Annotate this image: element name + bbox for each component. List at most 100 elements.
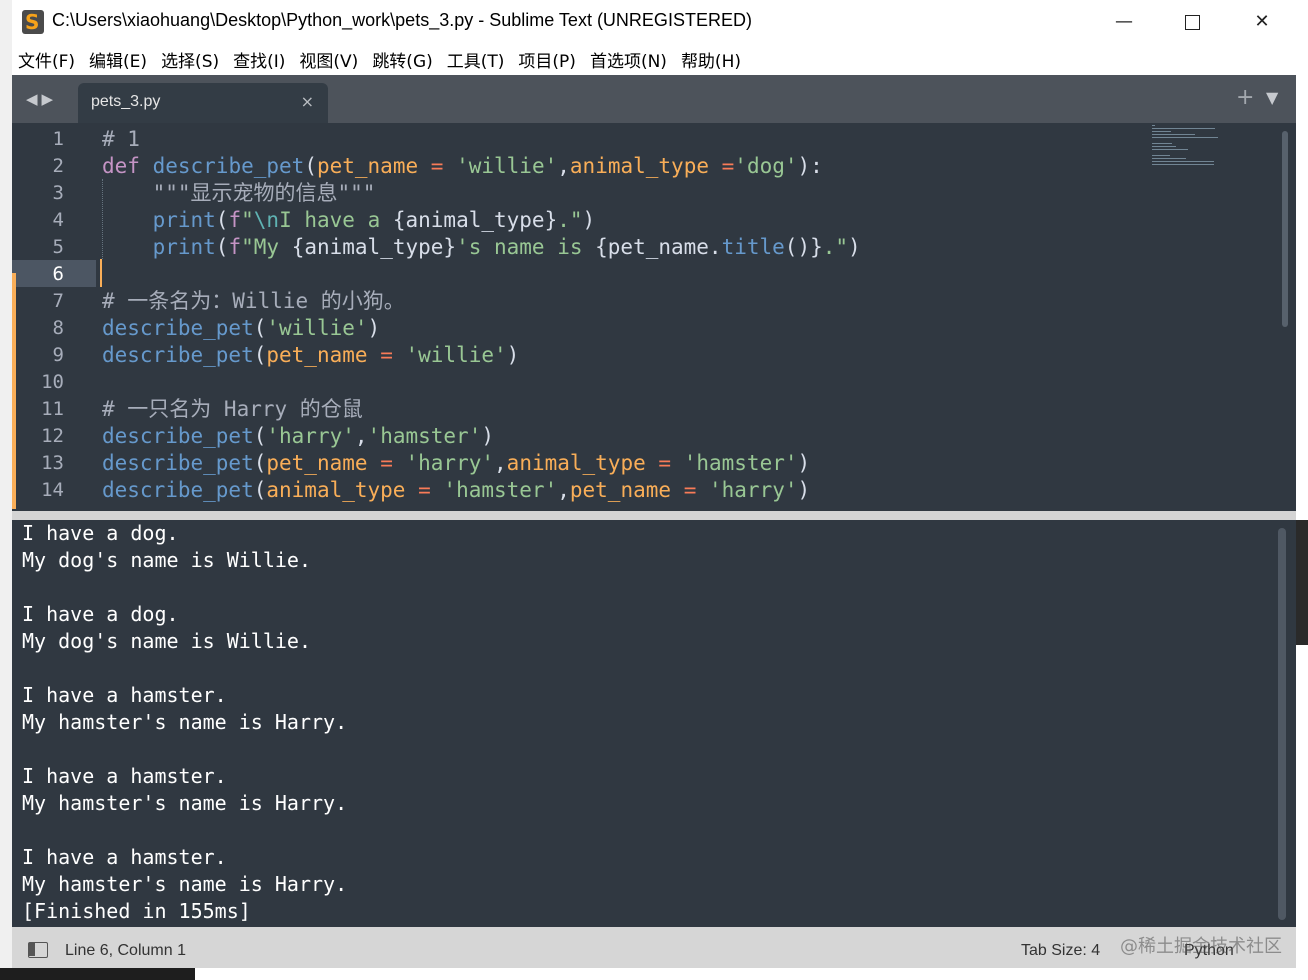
- code-line[interactable]: def describe_pet(pet_name = 'willie',ani…: [102, 153, 823, 180]
- code-token: ,: [494, 451, 507, 475]
- code-token: {animal_type}: [291, 235, 457, 259]
- menu-find[interactable]: 查找(I): [233, 47, 285, 72]
- line-number: 14: [41, 479, 64, 501]
- output-line: I have a hamster.: [22, 845, 227, 869]
- minimap-line: [1152, 125, 1156, 126]
- tab-dropdown-icon[interactable]: ▼: [1266, 88, 1278, 107]
- code-token: pet_name: [569, 478, 672, 502]
- close-button[interactable]: ✕: [1230, 0, 1294, 44]
- line-number: 2: [52, 155, 64, 177]
- code-token: I have a: [279, 208, 393, 232]
- line-number: 4: [52, 209, 64, 231]
- code-token: ): [797, 451, 811, 475]
- code-token: title: [721, 235, 785, 259]
- code-editor[interactable]: 1 2 3 4 5 6 7 8 9 10 11 12 13 14 # 1 def describe_pet(…: [12, 123, 1296, 511]
- editor-scrollbar[interactable]: [1282, 131, 1288, 327]
- menu-bar: 文件(F) 编辑(E) 选择(S) 查找(I) 视图(V) 跳转(G) 工具(T…: [12, 44, 1296, 75]
- minimap-line: [1152, 143, 1172, 144]
- code-token: ): [481, 424, 494, 448]
- code-line[interactable]: # 1: [102, 126, 140, 153]
- code-token: (: [304, 154, 317, 178]
- code-line[interactable]: describe_pet(animal_type = 'hamster',pet…: [102, 477, 810, 504]
- code-line[interactable]: describe_pet('willie'): [102, 315, 380, 342]
- code-token: (: [253, 316, 267, 340]
- output-scrollbar[interactable]: [1278, 528, 1286, 920]
- code-token: describe_pet: [152, 154, 305, 178]
- tab-close-icon[interactable]: ×: [301, 92, 314, 111]
- code-line[interactable]: describe_pet('harry','hamster'): [102, 423, 494, 450]
- code-token: {animal_type}: [392, 208, 558, 232]
- menu-tools[interactable]: 工具(T): [447, 47, 505, 72]
- title-bar[interactable]: S C:\Users\xiaohuang\Desktop\Python_work…: [12, 0, 1296, 44]
- minimize-button[interactable]: —: [1092, 0, 1156, 44]
- line-number: 5: [52, 236, 64, 258]
- build-output-panel[interactable]: I have a dog. My dog's name is Willie. I h…: [12, 520, 1296, 927]
- minimap-line: [1152, 131, 1171, 132]
- menu-file[interactable]: 文件(F): [18, 47, 75, 72]
- code-line[interactable]: """显示宠物的信息""": [102, 180, 376, 207]
- code-token: (: [253, 424, 267, 448]
- cursor-position: Line 6, Column 1: [65, 942, 186, 959]
- code-token: ,: [557, 478, 570, 502]
- minimap-line: [1152, 137, 1218, 138]
- line-number-gutter: 1 2 3 4 5 6 7 8 9 10 11 12 13 14: [12, 123, 94, 511]
- menu-edit[interactable]: 编辑(E): [89, 47, 147, 72]
- code-token: animal_type: [569, 154, 709, 178]
- menu-preferences[interactable]: 首选项(N): [590, 47, 667, 72]
- output-line: My hamster's name is Harry.: [22, 791, 348, 815]
- menu-selection[interactable]: 选择(S): [161, 47, 219, 72]
- tab-pets-3-py[interactable]: pets_3.py ×: [78, 83, 328, 123]
- code-token: ": [241, 208, 254, 232]
- status-bar: Line 6, Column 1 Tab Size: 4 Python @稀土掘…: [12, 927, 1296, 968]
- code-token: {pet_name.: [595, 235, 722, 259]
- minimap[interactable]: [1152, 125, 1232, 171]
- code-token: 'willie': [266, 316, 368, 340]
- background-right-strip: [1296, 0, 1308, 980]
- code-token: describe_pet: [102, 478, 254, 502]
- maximize-button[interactable]: [1160, 0, 1224, 44]
- menu-project[interactable]: 项目(P): [518, 47, 576, 72]
- code-token: describe_pet: [102, 424, 254, 448]
- minimap-line: [1152, 128, 1215, 129]
- line-number: 3: [52, 182, 64, 204]
- toggle-panel-icon[interactable]: [28, 942, 48, 958]
- output-line: My hamster's name is Harry.: [22, 872, 348, 896]
- code-token: pet_name: [266, 451, 368, 475]
- background-left-strip: [0, 0, 12, 980]
- tab-nav-arrows-icon[interactable]: ◀▶: [26, 90, 57, 108]
- code-token: (: [253, 451, 267, 475]
- menu-goto[interactable]: 跳转(G): [372, 47, 432, 72]
- code-token: describe_pet: [102, 343, 254, 367]
- minimap-line: [1152, 155, 1170, 156]
- code-token: =: [380, 451, 393, 475]
- line-number: 10: [41, 371, 64, 393]
- code-line[interactable]: # 一只名为 Harry 的仓鼠: [102, 396, 363, 423]
- code-token: """显示宠物的信息""": [102, 181, 376, 205]
- code-token: 'harry': [266, 424, 355, 448]
- text-caret: [100, 259, 102, 287]
- minimap-line: [1152, 158, 1187, 159]
- code-token: (: [253, 478, 267, 502]
- code-line[interactable]: describe_pet(pet_name = 'harry',animal_t…: [102, 450, 810, 477]
- menu-help[interactable]: 帮助(H): [681, 47, 741, 72]
- code-line[interactable]: print(f"My {animal_type}'s name is {pet_…: [102, 234, 861, 261]
- code-line[interactable]: print(f"\nI have a {animal_type}."): [102, 207, 596, 234]
- output-line: I have a dog.: [22, 602, 179, 626]
- code-token: =: [380, 343, 393, 367]
- output-line: My dog's name is Willie.: [22, 629, 311, 653]
- code-line[interactable]: # 一条名为：Willie 的小狗。: [102, 288, 405, 315]
- panel-splitter[interactable]: [12, 511, 1296, 520]
- code-token: # 1: [102, 127, 140, 151]
- background-right-dark-strip: [1296, 520, 1308, 645]
- code-line[interactable]: describe_pet(pet_name = 'willie'): [102, 342, 519, 369]
- new-tab-plus-icon[interactable]: +: [1236, 85, 1254, 110]
- code-token: 'dog': [734, 154, 798, 178]
- tab-size-indicator[interactable]: Tab Size: 4: [1021, 942, 1100, 960]
- code-token: =: [418, 478, 431, 502]
- code-token: =: [683, 478, 697, 502]
- menu-view[interactable]: 视图(V): [299, 47, 358, 72]
